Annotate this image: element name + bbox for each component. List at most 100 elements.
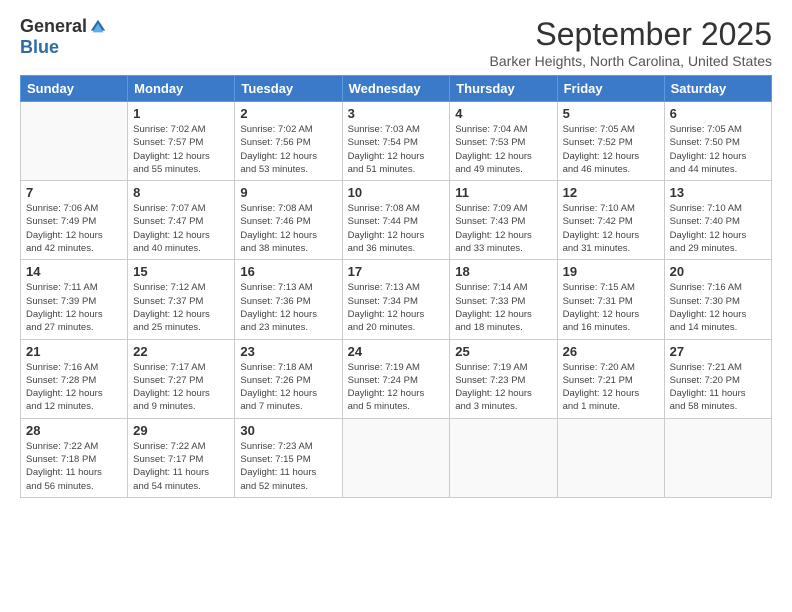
calendar-cell: 2Sunrise: 7:02 AMSunset: 7:56 PMDaylight… xyxy=(235,102,342,181)
day-info: Sunrise: 7:19 AMSunset: 7:24 PMDaylight:… xyxy=(348,361,445,414)
day-info: Sunrise: 7:11 AMSunset: 7:39 PMDaylight:… xyxy=(26,281,122,334)
calendar-cell: 14 Sunrise: 7:11 AMSunset: 7:39 PMDayligh… xyxy=(21,260,128,339)
calendar-cell xyxy=(21,102,128,181)
day-number: 27 xyxy=(670,344,766,359)
location-title: Barker Heights, North Carolina, United S… xyxy=(490,53,772,69)
logo-general-text: General xyxy=(20,16,87,37)
day-info: Sunrise: 7:05 AMSunset: 7:52 PMDaylight:… xyxy=(563,123,659,176)
day-info: Sunrise: 7:06 AMSunset: 7:49 PMDaylight:… xyxy=(26,202,122,255)
calendar-cell: 12 Sunrise: 7:10 AMSunset: 7:42 PMDayligh… xyxy=(557,181,664,260)
logo-icon xyxy=(89,18,107,36)
day-info: Sunrise: 7:05 AMSunset: 7:50 PMDaylight:… xyxy=(670,123,766,176)
day-info: Sunrise: 7:03 AMSunset: 7:54 PMDaylight:… xyxy=(348,123,445,176)
logo: General Blue xyxy=(20,16,107,58)
day-info: Sunrise: 7:20 AMSunset: 7:21 PMDaylight:… xyxy=(563,361,659,414)
day-number: 9 xyxy=(240,185,336,200)
calendar-header-cell: Thursday xyxy=(450,76,557,102)
day-info: Sunrise: 7:23 AMSunset: 7:15 PMDaylight:… xyxy=(240,440,336,493)
calendar-cell: 29 Sunrise: 7:22 AMSunset: 7:17 PMDayligh… xyxy=(128,418,235,497)
day-number: 3 xyxy=(348,106,445,121)
day-number: 14 xyxy=(26,264,122,279)
day-number: 17 xyxy=(348,264,445,279)
calendar-week-row: 14 Sunrise: 7:11 AMSunset: 7:39 PMDayligh… xyxy=(21,260,772,339)
calendar-cell: 19Sunrise: 7:15 AMSunset: 7:31 PMDayligh… xyxy=(557,260,664,339)
day-info: Sunrise: 7:09 AMSunset: 7:43 PMDaylight:… xyxy=(455,202,551,255)
calendar-cell xyxy=(664,418,771,497)
calendar-cell: 7Sunrise: 7:06 AMSunset: 7:49 PMDaylight… xyxy=(21,181,128,260)
page-header: General Blue September 2025 Barker Heigh… xyxy=(20,16,772,69)
day-info: Sunrise: 7:16 AMSunset: 7:28 PMDaylight:… xyxy=(26,361,122,414)
day-info: Sunrise: 7:13 AMSunset: 7:34 PMDaylight:… xyxy=(348,281,445,334)
calendar-header-cell: Monday xyxy=(128,76,235,102)
day-info: Sunrise: 7:21 AMSunset: 7:20 PMDaylight:… xyxy=(670,361,766,414)
day-info: Sunrise: 7:18 AMSunset: 7:26 PMDaylight:… xyxy=(240,361,336,414)
calendar-cell: 23Sunrise: 7:18 AMSunset: 7:26 PMDayligh… xyxy=(235,339,342,418)
calendar-cell: 21 Sunrise: 7:16 AMSunset: 7:28 PMDayligh… xyxy=(21,339,128,418)
day-number: 10 xyxy=(348,185,445,200)
day-number: 30 xyxy=(240,423,336,438)
calendar-cell: 17 Sunrise: 7:13 AMSunset: 7:34 PMDayligh… xyxy=(342,260,450,339)
day-info: Sunrise: 7:08 AMSunset: 7:44 PMDaylight:… xyxy=(348,202,445,255)
calendar-body: 1 Sunrise: 7:02 AMSunset: 7:57 PMDaylight… xyxy=(21,102,772,498)
calendar-cell: 18Sunrise: 7:14 AMSunset: 7:33 PMDayligh… xyxy=(450,260,557,339)
calendar-header-cell: Saturday xyxy=(664,76,771,102)
day-info: Sunrise: 7:04 AMSunset: 7:53 PMDaylight:… xyxy=(455,123,551,176)
day-number: 1 xyxy=(133,106,229,121)
calendar-cell: 28 Sunrise: 7:22 AMSunset: 7:18 PMDayligh… xyxy=(21,418,128,497)
day-number: 4 xyxy=(455,106,551,121)
calendar-cell: 1 Sunrise: 7:02 AMSunset: 7:57 PMDaylight… xyxy=(128,102,235,181)
calendar-header-cell: Friday xyxy=(557,76,664,102)
calendar-cell: 9 Sunrise: 7:08 AMSunset: 7:46 PMDaylight… xyxy=(235,181,342,260)
calendar-cell: 15 Sunrise: 7:12 AMSunset: 7:37 PMDayligh… xyxy=(128,260,235,339)
calendar-cell: 11 Sunrise: 7:09 AMSunset: 7:43 PMDayligh… xyxy=(450,181,557,260)
calendar-week-row: 1 Sunrise: 7:02 AMSunset: 7:57 PMDaylight… xyxy=(21,102,772,181)
day-number: 28 xyxy=(26,423,122,438)
calendar-cell: 22Sunrise: 7:17 AMSunset: 7:27 PMDayligh… xyxy=(128,339,235,418)
calendar-cell: 20Sunrise: 7:16 AMSunset: 7:30 PMDayligh… xyxy=(664,260,771,339)
logo-blue-text: Blue xyxy=(20,37,59,58)
calendar-cell: 26Sunrise: 7:20 AMSunset: 7:21 PMDayligh… xyxy=(557,339,664,418)
day-info: Sunrise: 7:22 AMSunset: 7:18 PMDaylight:… xyxy=(26,440,122,493)
day-info: Sunrise: 7:02 AMSunset: 7:57 PMDaylight:… xyxy=(133,123,229,176)
day-number: 25 xyxy=(455,344,551,359)
day-info: Sunrise: 7:15 AMSunset: 7:31 PMDaylight:… xyxy=(563,281,659,334)
calendar-cell: 27 Sunrise: 7:21 AMSunset: 7:20 PMDayligh… xyxy=(664,339,771,418)
day-info: Sunrise: 7:07 AMSunset: 7:47 PMDaylight:… xyxy=(133,202,229,255)
calendar-week-row: 28 Sunrise: 7:22 AMSunset: 7:18 PMDayligh… xyxy=(21,418,772,497)
calendar-cell: 13Sunrise: 7:10 AMSunset: 7:40 PMDayligh… xyxy=(664,181,771,260)
calendar-cell: 16 Sunrise: 7:13 AMSunset: 7:36 PMDayligh… xyxy=(235,260,342,339)
day-number: 6 xyxy=(670,106,766,121)
calendar-week-row: 7Sunrise: 7:06 AMSunset: 7:49 PMDaylight… xyxy=(21,181,772,260)
calendar-header-cell: Sunday xyxy=(21,76,128,102)
calendar-cell: 5Sunrise: 7:05 AMSunset: 7:52 PMDaylight… xyxy=(557,102,664,181)
calendar-cell: 24Sunrise: 7:19 AMSunset: 7:24 PMDayligh… xyxy=(342,339,450,418)
day-info: Sunrise: 7:13 AMSunset: 7:36 PMDaylight:… xyxy=(240,281,336,334)
day-number: 15 xyxy=(133,264,229,279)
day-number: 2 xyxy=(240,106,336,121)
calendar-header-row: SundayMondayTuesdayWednesdayThursdayFrid… xyxy=(21,76,772,102)
day-info: Sunrise: 7:17 AMSunset: 7:27 PMDaylight:… xyxy=(133,361,229,414)
day-info: Sunrise: 7:10 AMSunset: 7:40 PMDaylight:… xyxy=(670,202,766,255)
day-number: 11 xyxy=(455,185,551,200)
day-number: 12 xyxy=(563,185,659,200)
day-number: 18 xyxy=(455,264,551,279)
calendar-cell xyxy=(342,418,450,497)
day-number: 29 xyxy=(133,423,229,438)
day-info: Sunrise: 7:10 AMSunset: 7:42 PMDaylight:… xyxy=(563,202,659,255)
day-number: 21 xyxy=(26,344,122,359)
calendar-table: SundayMondayTuesdayWednesdayThursdayFrid… xyxy=(20,75,772,498)
calendar-cell: 3 Sunrise: 7:03 AMSunset: 7:54 PMDaylight… xyxy=(342,102,450,181)
title-block: September 2025 Barker Heights, North Car… xyxy=(490,16,772,69)
calendar-cell: 4 Sunrise: 7:04 AMSunset: 7:53 PMDaylight… xyxy=(450,102,557,181)
day-number: 20 xyxy=(670,264,766,279)
day-info: Sunrise: 7:19 AMSunset: 7:23 PMDaylight:… xyxy=(455,361,551,414)
calendar-cell: 6 Sunrise: 7:05 AMSunset: 7:50 PMDaylight… xyxy=(664,102,771,181)
calendar-cell: 30 Sunrise: 7:23 AMSunset: 7:15 PMDayligh… xyxy=(235,418,342,497)
day-info: Sunrise: 7:12 AMSunset: 7:37 PMDaylight:… xyxy=(133,281,229,334)
calendar-cell xyxy=(450,418,557,497)
calendar-cell: 10 Sunrise: 7:08 AMSunset: 7:44 PMDayligh… xyxy=(342,181,450,260)
day-info: Sunrise: 7:22 AMSunset: 7:17 PMDaylight:… xyxy=(133,440,229,493)
day-info: Sunrise: 7:08 AMSunset: 7:46 PMDaylight:… xyxy=(240,202,336,255)
calendar-week-row: 21 Sunrise: 7:16 AMSunset: 7:28 PMDayligh… xyxy=(21,339,772,418)
day-number: 16 xyxy=(240,264,336,279)
